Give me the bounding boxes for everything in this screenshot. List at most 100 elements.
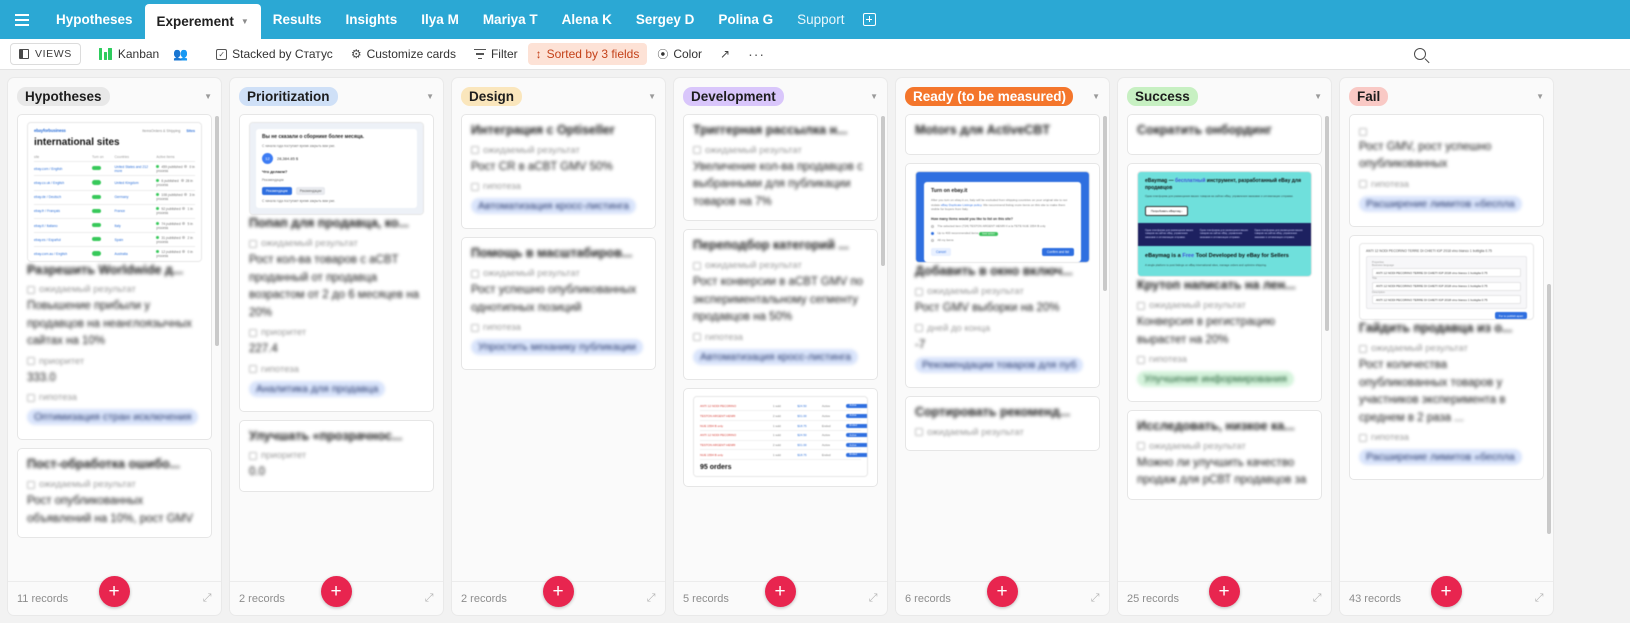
kanban-column: Fail ▼ Рост GMV, рост успешно опубликова… [1340, 78, 1553, 615]
card-attachment-thumbnail[interactable]: eBaymag — бесплатный инструмент, разрабо… [1137, 171, 1312, 277]
kanban-view-button[interactable]: Kanban [91, 43, 167, 65]
kanban-card[interactable]: ebayforbusiness ItemsOrders & ShippingSi… [17, 114, 212, 440]
column-card-list[interactable]: Триггерная рассылка н... ожидаемый резул… [674, 114, 887, 581]
card-tag-chip: Расширение лимитов «беспла [1359, 196, 1522, 212]
kanban-card[interactable]: eBaymag — бесплатный инструмент, разрабо… [1127, 163, 1322, 402]
card-tag-chip: Оптимизация стран исключения [27, 409, 198, 425]
column-header: Hypotheses ▼ [8, 78, 221, 114]
kanban-column: Ready (to be measured) ▼Motors для Activ… [896, 78, 1109, 615]
card-field-label: ожидаемый результат [27, 479, 202, 490]
kanban-card[interactable]: Пост-обработка ошибо... ожидаемый резуль… [17, 448, 212, 538]
add-record-button[interactable]: + [321, 576, 352, 607]
kanban-card[interactable]: Исследовать, низкое ка... ожидаемый резу… [1127, 410, 1322, 500]
column-card-list[interactable]: ebayforbusiness ItemsOrders & ShippingSi… [8, 114, 221, 581]
column-scrollbar[interactable] [1547, 284, 1551, 534]
column-card-list[interactable]: Вы не сказали о сборнике более месяца. С… [230, 114, 443, 581]
paint-drop-icon: ⦿ [657, 46, 668, 62]
stacked-by-button[interactable]: ✓ Stacked by Статус [208, 43, 341, 65]
kanban-card[interactable]: Улучшать «прозрачнос... приоритет 0.0 [239, 420, 434, 492]
column-scrollbar[interactable] [881, 116, 885, 266]
card-field-label: ожидаемый результат [249, 238, 424, 249]
kanban-card[interactable]: Сортировать рекоменд... ожидаемый резуль… [905, 396, 1100, 451]
column-menu-chevron-icon[interactable]: ▼ [1092, 92, 1100, 101]
kanban-card[interactable]: Переподбор категорий ... ожидаемый резул… [683, 229, 878, 379]
column-menu-chevron-icon[interactable]: ▼ [426, 92, 434, 101]
card-attachment-thumbnail[interactable]: ANTI 12 NODI PECORINO TERRE DI CHIETI IG… [1359, 243, 1534, 321]
kanban-card[interactable]: Интеграция с Optiseller ожидаемый резуль… [461, 114, 656, 229]
column-menu-chevron-icon[interactable]: ▼ [204, 92, 212, 101]
kanban-card[interactable]: Помощь в масштабиров... ожидаемый резуль… [461, 237, 656, 370]
add-record-button[interactable]: + [1431, 576, 1462, 607]
kanban-card[interactable]: Триггерная рассылка н... ожидаемый резул… [683, 114, 878, 221]
table-tab-insights[interactable]: Insights [334, 0, 410, 39]
table-tab-sergey-d[interactable]: Sergey D [624, 0, 707, 39]
filter-button[interactable]: Filter [466, 43, 526, 65]
add-table-icon[interactable] [856, 0, 882, 39]
views-label: VIEWS [35, 48, 72, 60]
table-tab-alena-k[interactable]: Alena K [550, 0, 624, 39]
table-tab-hypotheses[interactable]: Hypotheses [44, 0, 145, 39]
expand-column-icon[interactable]: ⤡ [1091, 592, 1100, 605]
views-button[interactable]: VIEWS [10, 43, 81, 65]
add-record-button[interactable]: + [543, 576, 574, 607]
column-menu-chevron-icon[interactable]: ▼ [1314, 92, 1322, 101]
table-tab-ilya-m[interactable]: Ilya M [409, 0, 471, 39]
column-footer: 43 records + ⤡ [1340, 581, 1553, 615]
more-options-button[interactable]: ··· [740, 43, 773, 65]
table-tab-results[interactable]: Results [261, 0, 334, 39]
record-count: 2 records [239, 593, 285, 605]
kanban-card[interactable]: Сократить онбординг [1127, 114, 1322, 155]
customize-cards-button[interactable]: ⚙ Customize cards [343, 43, 464, 65]
column-header: Success ▼ [1118, 78, 1331, 114]
card-attachment-thumbnail[interactable]: Turn on ebay.it After you turn on ebay.i… [915, 171, 1090, 263]
kanban-card[interactable]: Вы не сказали о сборнике более месяца. С… [239, 114, 434, 412]
column-menu-chevron-icon[interactable]: ▼ [870, 92, 878, 101]
column-scrollbar[interactable] [1103, 116, 1107, 291]
expand-column-icon[interactable]: ⤡ [647, 592, 656, 605]
kanban-card[interactable]: Turn on ebay.it After you turn on ebay.i… [905, 163, 1100, 388]
share-button[interactable]: ↗ [712, 43, 738, 65]
add-record-button[interactable]: + [1209, 576, 1240, 607]
color-label: Color [673, 47, 702, 61]
column-menu-chevron-icon[interactable]: ▼ [648, 92, 656, 101]
table-tab-polina-g[interactable]: Polina G [706, 0, 785, 39]
add-record-button[interactable]: + [765, 576, 796, 607]
column-card-list[interactable]: Рост GMV, рост успешно опубликованных ги… [1340, 114, 1553, 581]
field-type-icon [471, 183, 479, 191]
table-tab-support[interactable]: Support [785, 0, 856, 39]
stack-icon: ✓ [216, 49, 227, 60]
view-toolbar: VIEWS Kanban 👥 ✓ Stacked by Статус ⚙ Cus… [0, 39, 1630, 70]
kanban-card[interactable]: Motors для ActiveCBT [905, 114, 1100, 155]
table-tab-mariya-t[interactable]: Mariya T [471, 0, 550, 39]
expand-column-icon[interactable]: ⤡ [425, 592, 434, 605]
add-record-button[interactable]: + [987, 576, 1018, 607]
card-field-label: приоритет [249, 327, 424, 338]
kanban-label: Kanban [118, 47, 159, 61]
expand-column-icon[interactable]: ⤡ [1535, 592, 1544, 605]
column-card-list[interactable]: Сократить онбординг eBaymag — бесплатный … [1118, 114, 1331, 581]
sort-button[interactable]: ↕ Sorted by 3 fields [528, 43, 648, 65]
column-card-list[interactable]: Motors для ActiveCBT Turn on ebay.it Afte… [896, 114, 1109, 581]
add-record-button[interactable]: + [99, 576, 130, 607]
customize-cards-label: Customize cards [367, 47, 456, 61]
kanban-card[interactable]: Рост GMV, рост успешно опубликованных ги… [1349, 114, 1544, 227]
expand-column-icon[interactable]: ⤡ [203, 592, 212, 605]
expand-column-icon[interactable]: ⤡ [1313, 592, 1322, 605]
expand-column-icon[interactable]: ⤡ [869, 592, 878, 605]
column-scrollbar[interactable] [1325, 116, 1329, 331]
chevron-down-icon[interactable]: ▼ [241, 17, 249, 26]
card-attachment-thumbnail[interactable]: ebayforbusiness ItemsOrders & ShippingSi… [27, 122, 202, 262]
hamburger-icon[interactable] [0, 0, 44, 39]
card-attachment-thumbnail[interactable]: Вы не сказали о сборнике более месяца. С… [249, 122, 424, 215]
column-card-list[interactable]: Интеграция с Optiseller ожидаемый резуль… [452, 114, 665, 581]
card-field-value: Рост GMV, рост успешно опубликованных [1359, 139, 1534, 174]
color-button[interactable]: ⦿ Color [649, 43, 710, 65]
table-tab-experement[interactable]: Experement▼ [145, 4, 261, 39]
search-icon[interactable] [1414, 48, 1426, 60]
column-scrollbar[interactable] [215, 116, 219, 346]
kanban-card[interactable]: ANTI 12 NODI PECORINO TERRE DI CHIETI IG… [1349, 235, 1544, 480]
people-icon[interactable]: 👥 [173, 47, 188, 61]
column-menu-chevron-icon[interactable]: ▼ [1536, 92, 1544, 101]
kanban-card[interactable]: ANTI 12 NODI PECORINO1 sold$24.50ActiveA… [683, 388, 878, 488]
card-attachment-thumbnail[interactable]: ANTI 12 NODI PECORINO1 sold$24.50ActiveA… [693, 396, 868, 478]
